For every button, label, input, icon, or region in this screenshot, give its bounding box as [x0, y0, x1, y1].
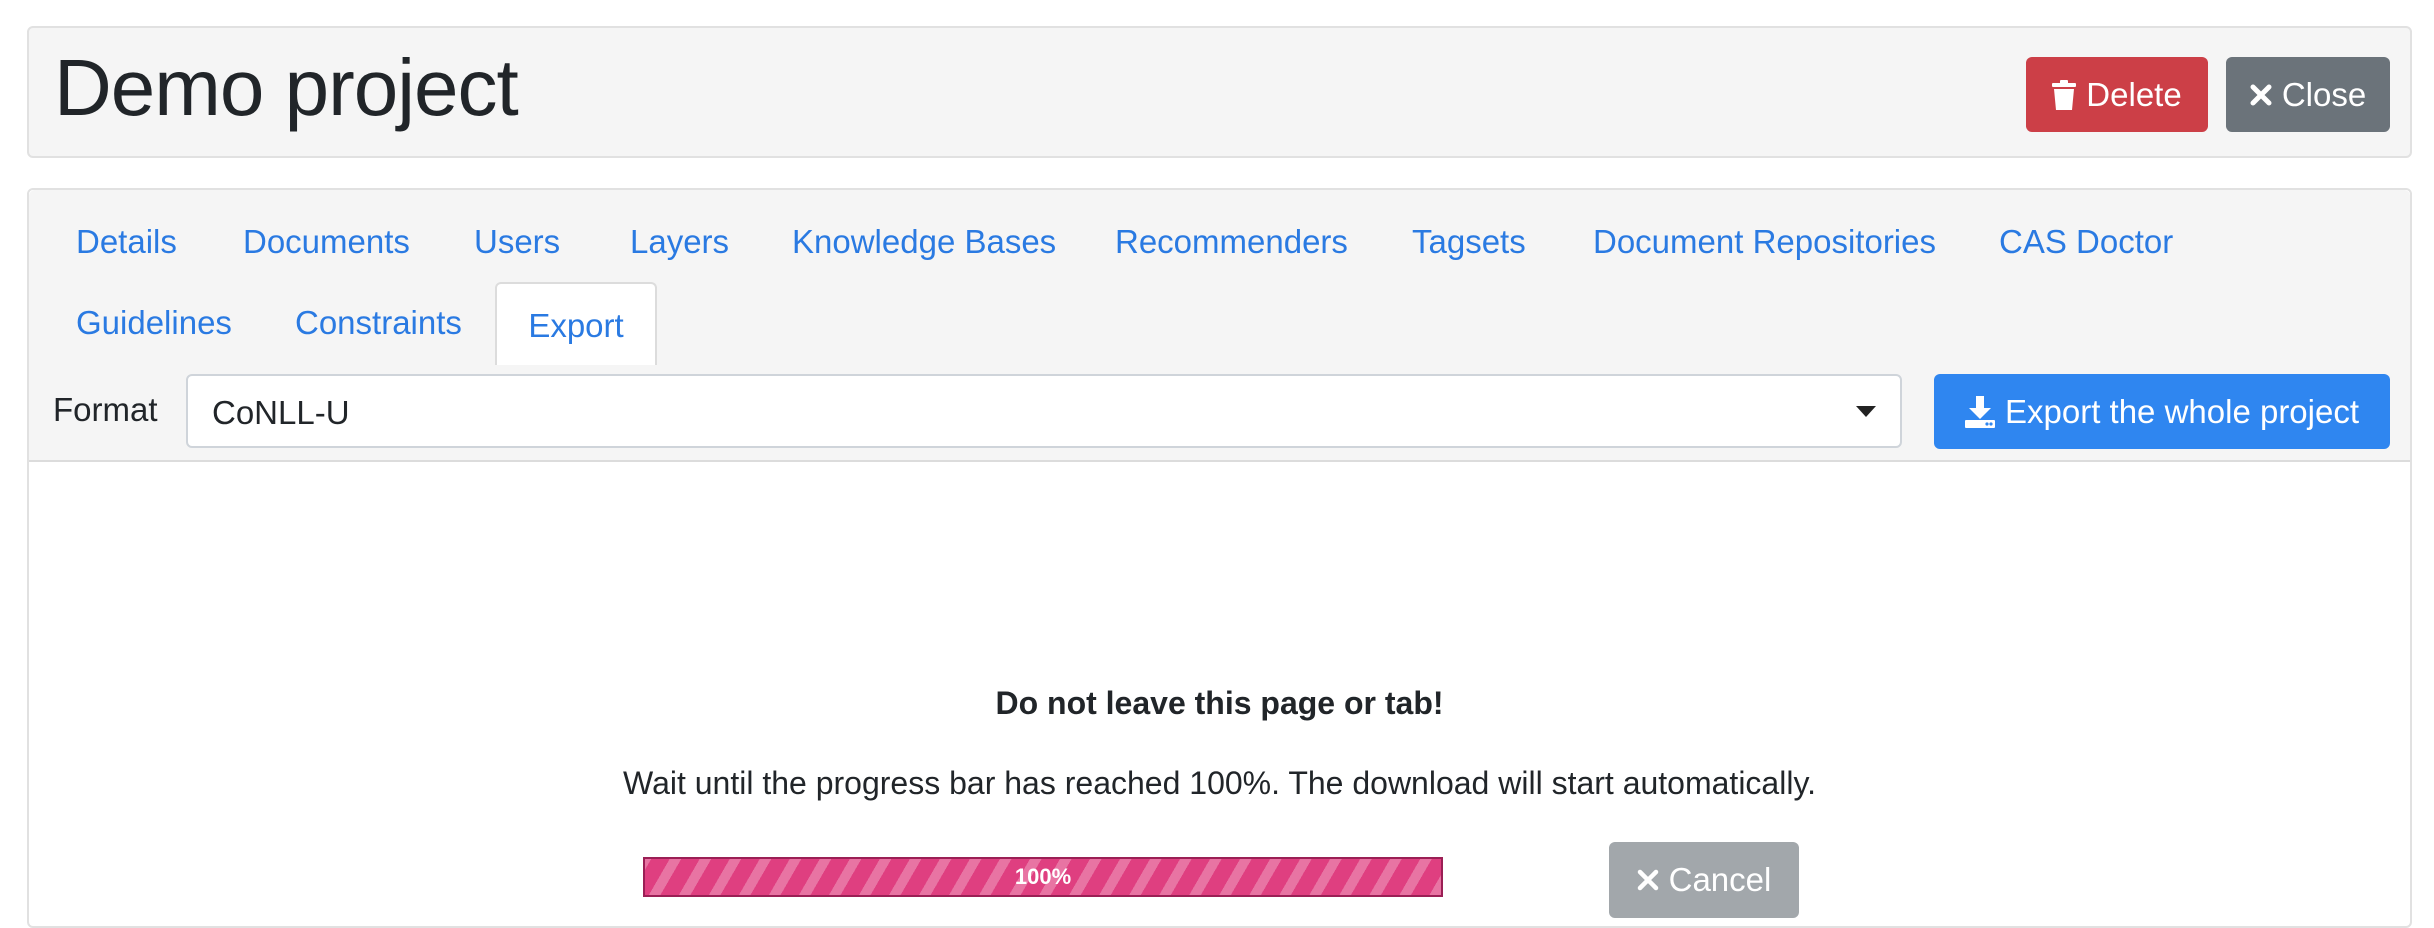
tab-knowledge-bases[interactable]: Knowledge Bases: [792, 223, 1056, 261]
close-button[interactable]: Close: [2226, 57, 2390, 132]
tab-details[interactable]: Details: [76, 223, 177, 261]
tab-layers[interactable]: Layers: [630, 223, 729, 261]
tab-constraints[interactable]: Constraints: [295, 304, 462, 342]
close-icon: [1637, 869, 1659, 891]
tab-export[interactable]: Export: [495, 282, 657, 367]
progress-fill: 100%: [645, 859, 1441, 895]
delete-button-label: Delete: [2086, 75, 2182, 113]
tab-documents[interactable]: Documents: [243, 223, 410, 261]
page-title: Demo project: [54, 43, 519, 132]
export-button-label: Export the whole project: [2004, 392, 2360, 430]
tab-guidelines[interactable]: Guidelines: [76, 304, 232, 342]
export-toolbar: Format CoNLL-U Export the whole project: [29, 365, 2410, 462]
tab-cas-doctor[interactable]: CAS Doctor: [1999, 223, 2173, 261]
tab-document-repositories[interactable]: Document Repositories: [1593, 223, 1936, 261]
progress-label: 100%: [1014, 864, 1072, 889]
project-header: Demo project Delete Close: [27, 26, 2412, 158]
close-button-label: Close: [2281, 75, 2367, 113]
trash-icon: [2052, 79, 2077, 110]
project-settings-panel: Details Documents Users Layers Knowledge…: [27, 188, 2412, 928]
download-icon: [1964, 395, 1995, 428]
format-select-value: CoNLL-U: [212, 394, 350, 431]
chevron-down-icon: [1856, 406, 1876, 417]
format-select[interactable]: CoNLL-U: [186, 374, 1902, 448]
warning-title: Do not leave this page or tab!: [995, 685, 1444, 721]
export-project-button[interactable]: Export the whole project: [1934, 374, 2390, 449]
tab-tagsets[interactable]: Tagsets: [1412, 223, 1526, 261]
close-icon: [2250, 84, 2272, 106]
tab-recommenders[interactable]: Recommenders: [1115, 223, 1348, 261]
delete-button[interactable]: Delete: [2026, 57, 2208, 132]
settings-tabs: Details Documents Users Layers Knowledge…: [29, 190, 2410, 367]
format-label: Format: [53, 391, 158, 428]
cancel-button[interactable]: Cancel: [1609, 842, 1799, 918]
cancel-button-label: Cancel: [1668, 861, 1772, 898]
export-progress-bar: 100%: [643, 857, 1443, 897]
tab-users[interactable]: Users: [474, 223, 560, 261]
warning-text: Wait until the progress bar has reached …: [623, 765, 1816, 801]
